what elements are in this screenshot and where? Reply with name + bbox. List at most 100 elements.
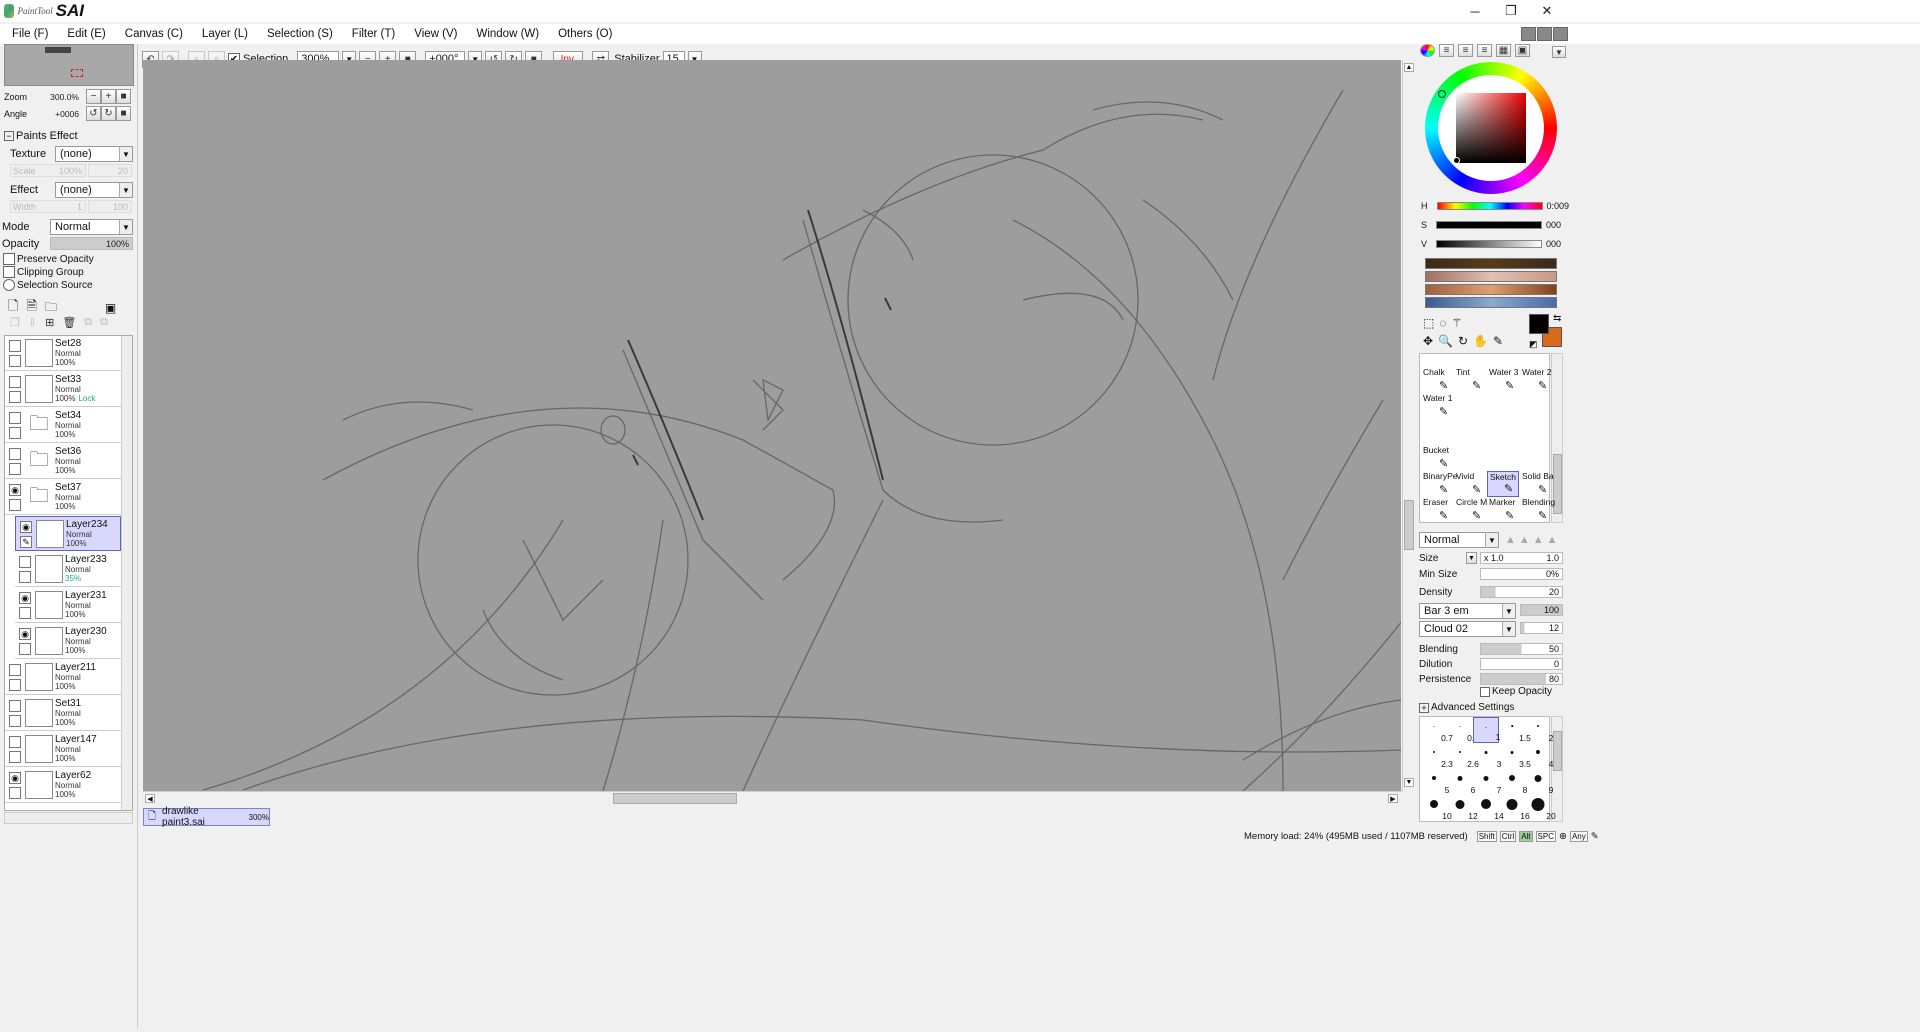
- primary-color-swatch[interactable]: [1529, 314, 1549, 334]
- size-slider[interactable]: x 1.0 1.0: [1480, 552, 1563, 564]
- paints-effect-header[interactable]: − Paints Effect: [4, 130, 78, 142]
- brush-tool-slot[interactable]: Sketch ✎: [1487, 471, 1519, 497]
- sv-square[interactable]: [1456, 93, 1526, 163]
- layer-lock-toggle[interactable]: [9, 499, 21, 511]
- color-wheel-tab-icon[interactable]: [1420, 44, 1435, 57]
- value-slider[interactable]: [1436, 240, 1543, 248]
- layer-row[interactable]: Set28 Normal 100%: [5, 336, 123, 371]
- mdi-close-button[interactable]: [1553, 27, 1568, 41]
- layer-row[interactable]: ◉ Layer230 Normal 100%: [15, 624, 121, 659]
- brush-tool-slot[interactable]: Tint ✎: [1454, 367, 1486, 393]
- mdi-restore-button[interactable]: [1537, 27, 1552, 41]
- brush-tool-slot[interactable]: Bucket ✎: [1421, 445, 1453, 471]
- rotate-tool-icon[interactable]: ↻: [1458, 334, 1468, 348]
- advanced-settings-toggle[interactable]: + Advanced Settings: [1419, 702, 1514, 713]
- brush-tool-slot[interactable]: Water 3 ✎: [1487, 367, 1519, 393]
- texture-select[interactable]: (none) ▼: [55, 146, 133, 162]
- copy-layer-icon[interactable]: ❐: [10, 316, 20, 329]
- canvas-horizontal-scrollbar[interactable]: ◀ ▶: [143, 791, 1402, 805]
- eyedropper-icon[interactable]: ✎: [1493, 334, 1503, 348]
- brush-size-preset[interactable]: 12: [1447, 795, 1478, 821]
- swatch-row-4[interactable]: [1425, 297, 1557, 308]
- width-slider[interactable]: Width 1: [10, 200, 86, 213]
- close-button[interactable]: ✕: [1524, 0, 1570, 22]
- brush-size-preset[interactable]: 1.5: [1499, 717, 1531, 743]
- selection-source-radio[interactable]: [3, 279, 15, 291]
- layer-row[interactable]: ◉ 🗀 Set37 Normal 100%: [5, 480, 123, 515]
- visibility-toggle[interactable]: [19, 556, 31, 568]
- visibility-toggle[interactable]: [9, 736, 21, 748]
- brush-size-preset[interactable]: 20: [1525, 795, 1556, 821]
- transfer-down-icon[interactable]: ⇩: [28, 316, 37, 329]
- brush-tool-slot[interactable]: Solid Ba ✎: [1520, 471, 1554, 497]
- layer-lock-toggle[interactable]: [19, 571, 31, 583]
- brush-size-preset[interactable]: 3: [1473, 743, 1501, 769]
- density-slider[interactable]: 20: [1480, 586, 1563, 598]
- layer-row[interactable]: ◉ ✎ Layer234 Normal 100%: [15, 516, 121, 551]
- layer-lock-toggle[interactable]: [9, 427, 21, 439]
- brush-size-preset[interactable]: 7: [1473, 769, 1501, 795]
- layer-opacity-slider[interactable]: 100%: [50, 237, 133, 250]
- brush-size-preset[interactable]: 3.5: [1499, 743, 1531, 769]
- eye-icon[interactable]: ◉: [9, 772, 21, 784]
- scroll-left-icon[interactable]: ◀: [145, 794, 155, 803]
- layer-row[interactable]: ◉ Layer231 Normal 100%: [15, 588, 121, 623]
- brush-size-preset[interactable]: 1: [1473, 717, 1500, 743]
- nav-zoom-out-button[interactable]: −: [86, 89, 101, 104]
- layer-list-hscrollbar[interactable]: [4, 812, 133, 824]
- brush-size-preset[interactable]: 2: [1525, 717, 1553, 743]
- layer-list-scrollbar[interactable]: [121, 336, 132, 810]
- scroll-up-icon[interactable]: ▲: [1404, 63, 1414, 72]
- rect-select-icon[interactable]: ⬚: [1423, 316, 1434, 330]
- brush-size-preset[interactable]: 9: [1525, 769, 1553, 795]
- move-icon[interactable]: ✥: [1423, 334, 1433, 348]
- hue-picker-icon[interactable]: [1438, 90, 1446, 98]
- blending-slider[interactable]: 50: [1480, 643, 1563, 655]
- zoom-slider[interactable]: 300.0%: [34, 91, 82, 102]
- nav-rotate-reset-button[interactable]: ■: [116, 106, 131, 121]
- brush-size-preset[interactable]: 14: [1473, 795, 1504, 821]
- brush-size-preset[interactable]: 4: [1525, 743, 1553, 769]
- document-tab[interactable]: 🗋 drawlike paint3.sai 300%: [143, 806, 270, 828]
- menu-edit[interactable]: Edit (E): [67, 28, 112, 40]
- brush-tool-slot[interactable]: Blending ✎: [1520, 497, 1555, 523]
- sv-picker-icon[interactable]: [1453, 157, 1460, 164]
- clipping-group-checkbox[interactable]: [3, 266, 15, 278]
- eye-icon[interactable]: ◉: [20, 521, 32, 533]
- pen-icon[interactable]: ✎: [20, 536, 32, 548]
- canvas-vertical-scrollbar[interactable]: ▲ ▼: [1402, 60, 1415, 791]
- visibility-toggle[interactable]: [9, 664, 21, 676]
- brush-tool-slot[interactable]: Water 1 ✎: [1421, 393, 1453, 419]
- layer-row[interactable]: ◉ Layer62 Normal 100%: [5, 768, 123, 803]
- drawing-canvas[interactable]: [143, 60, 1401, 791]
- layer-lock-toggle[interactable]: [9, 391, 21, 403]
- visibility-toggle[interactable]: [9, 448, 21, 460]
- layer-row[interactable]: Set33 Normal 100% Lock: [5, 372, 123, 407]
- brush-size-preset[interactable]: 10: [1421, 795, 1452, 821]
- layer-lock-toggle[interactable]: [19, 643, 31, 655]
- scale-slider[interactable]: Scale 100%: [10, 164, 86, 177]
- delete-layer-icon[interactable]: 🗑: [62, 316, 76, 329]
- swap-colors-icon[interactable]: ⇆: [1553, 313, 1561, 324]
- nav-zoom-reset-button[interactable]: ■: [116, 89, 131, 104]
- brush-size-preset[interactable]: 5: [1421, 769, 1449, 795]
- zoom-tool-icon[interactable]: 🔍: [1438, 334, 1453, 348]
- dilution-slider[interactable]: 0: [1480, 658, 1563, 670]
- hue-ring[interactable]: [1425, 62, 1557, 194]
- layer-mode-select[interactable]: Normal ▼: [50, 219, 133, 235]
- layer-lock-toggle[interactable]: [9, 787, 21, 799]
- saturation-slider[interactable]: [1436, 221, 1543, 229]
- menu-canvas[interactable]: Canvas (C): [125, 28, 190, 40]
- lasso-icon[interactable]: ◌: [1439, 316, 1446, 330]
- brush-texture-strength[interactable]: 12: [1520, 622, 1563, 634]
- brush-size-preset[interactable]: 0.8: [1447, 717, 1479, 743]
- brush-size-preset[interactable]: 16: [1499, 795, 1530, 821]
- hand-icon[interactable]: ✋: [1473, 334, 1488, 348]
- brush-tool-slot[interactable]: Chalk ✎: [1421, 367, 1453, 393]
- layer-row[interactable]: 🗀 Set34 Normal 100%: [5, 408, 123, 443]
- brush-tool-slot[interactable]: BinaryPe ✎: [1421, 471, 1458, 497]
- nav-zoom-in-button[interactable]: +: [101, 89, 116, 104]
- merge-down-icon[interactable]: ⊞: [45, 316, 54, 329]
- scroll-right-icon[interactable]: ▶: [1388, 794, 1398, 803]
- swatch-tab-icon[interactable]: ≡: [1477, 44, 1492, 57]
